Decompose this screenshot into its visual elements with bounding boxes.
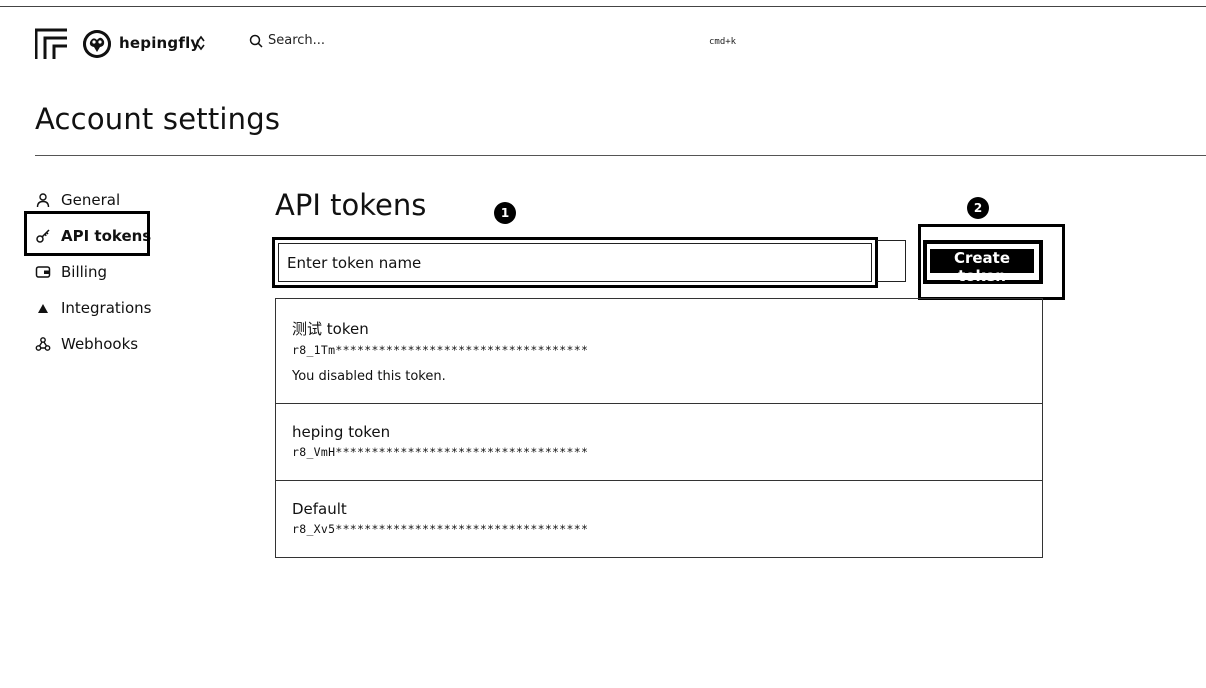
create-token-button[interactable]: Create token [930, 249, 1034, 285]
search-icon [249, 34, 263, 48]
sidebar-item-label: Billing [61, 263, 107, 281]
account-name[interactable]: hepingfly [119, 34, 200, 52]
token-name: 测试 token [292, 320, 369, 338]
token-row[interactable]: heping token r8_VmH*********************… [276, 404, 1042, 481]
search-placeholder[interactable]: Search... [268, 33, 325, 48]
sidebar-item-general[interactable]: General [35, 188, 120, 212]
token-row[interactable]: 测试 token r8_1Tm*************************… [276, 299, 1042, 404]
step-marker-1: 1 [494, 202, 516, 224]
sidebar-item-integrations[interactable]: Integrations [35, 296, 151, 320]
token-name: Default [292, 500, 347, 518]
token-list: 测试 token r8_1Tm*************************… [275, 298, 1043, 558]
token-input-end [876, 240, 906, 282]
user-icon [36, 193, 50, 208]
token-key[interactable]: r8_VmH**********************************… [292, 445, 1042, 459]
triangle-icon [38, 304, 48, 313]
step-marker-2: 2 [967, 197, 989, 219]
search-shortcut-hint: cmd+k [709, 37, 737, 47]
top-border [0, 6, 1206, 7]
section-title: API tokens [275, 188, 427, 222]
page-title: Account settings [35, 102, 281, 136]
token-input-highlight [272, 237, 878, 288]
webhook-icon [35, 337, 51, 351]
chevron-up-down-icon[interactable] [196, 34, 206, 52]
avatar[interactable] [83, 30, 111, 58]
sidebar-item-webhooks[interactable]: Webhooks [35, 332, 138, 356]
token-status: You disabled this token. [292, 369, 446, 384]
wallet-icon [35, 266, 51, 278]
token-name-input[interactable] [279, 244, 871, 281]
token-key[interactable]: r8_1Tm**********************************… [292, 343, 1042, 357]
sidebar-item-billing[interactable]: Billing [35, 260, 107, 284]
highlight-box-api-tokens [24, 211, 150, 256]
sidebar-item-label: Integrations [61, 299, 152, 317]
replicate-logo-icon[interactable] [35, 28, 69, 60]
sidebar-item-label: General [61, 191, 121, 209]
token-key[interactable]: r8_Xv5**********************************… [292, 522, 1042, 536]
token-input-frame [278, 243, 872, 282]
token-name: heping token [292, 423, 391, 441]
token-row[interactable]: Default r8_Xv5**************************… [276, 481, 1042, 557]
search-bar[interactable]: Search... [249, 33, 325, 48]
sidebar-item-label: Webhooks [61, 335, 139, 353]
title-divider [35, 155, 1206, 156]
